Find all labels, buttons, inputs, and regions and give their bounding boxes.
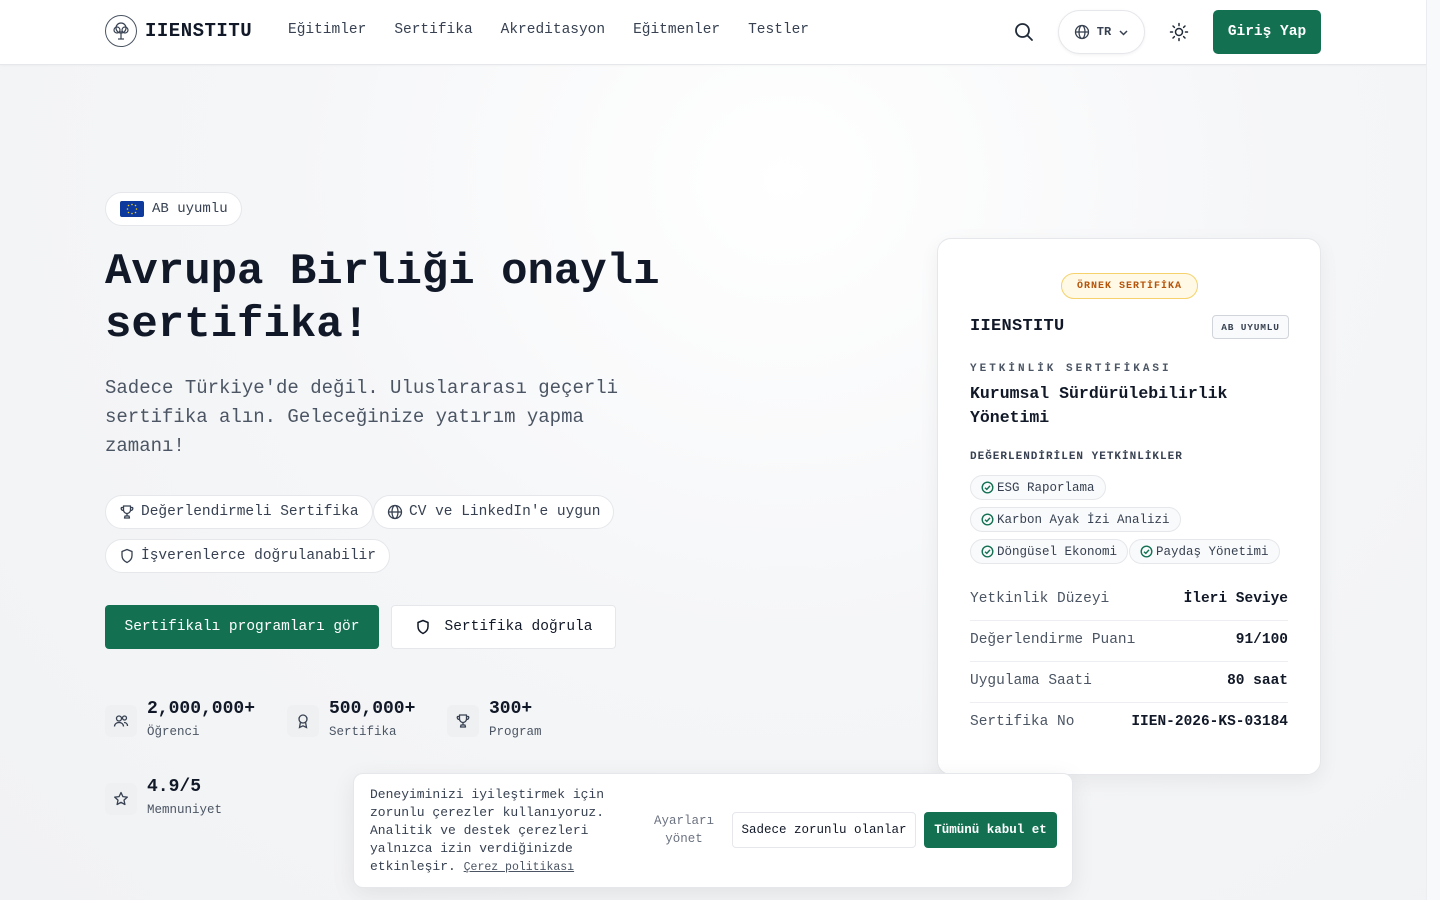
sample-certificate-badge: ÖRNEK SERTİFİKA: [1061, 273, 1198, 299]
cookie-consent-banner: Deneyiminizi iyileştirmek için zorunlu ç…: [353, 773, 1073, 888]
feature-label: İşverenlerce doğrulanabilir: [141, 548, 376, 564]
trophy-icon: [447, 705, 479, 737]
eu-flag-icon: [120, 201, 144, 217]
nav-egitimler[interactable]: Eğitimler: [288, 22, 366, 38]
stat-certificates: 500,000+ Sertifika: [287, 698, 415, 739]
hero-title: Avrupa Birliği onaylı sertifika!: [105, 247, 660, 350]
theme-toggle[interactable]: [1166, 18, 1192, 46]
cert-row-value: 80 saat: [1227, 672, 1288, 689]
competency-label: Paydaş Yönetimi: [1156, 544, 1269, 559]
cookie-message: Deneyiminizi iyileştirmek için zorunlu ç…: [370, 786, 620, 877]
tree-logo-icon: [105, 15, 137, 47]
competency-chip: Paydaş Yönetimi: [1129, 539, 1280, 564]
login-button[interactable]: Giriş Yap: [1213, 10, 1321, 54]
certificate-program-name: Kurumsal Sürdürülebilirlik Yönetimi: [970, 384, 1228, 427]
check-circle-icon: [1140, 545, 1153, 558]
competencies-heading: DEĞERLENDİRİLEN YETKİNLİKLER: [970, 451, 1183, 463]
check-circle-icon: [981, 513, 994, 526]
shield-icon: [119, 548, 135, 564]
stat-value: 4.9/5: [147, 777, 202, 797]
cert-row-score: Değerlendirme Puanı 91/100: [970, 619, 1288, 660]
competency-label: ESG Raporlama: [997, 480, 1095, 495]
cert-row-hours: Uygulama Saati 80 saat: [970, 660, 1288, 701]
stat-label: Sertifika: [329, 725, 397, 739]
certificate-type: YETKİNLİK SERTİFİKASI: [970, 363, 1172, 375]
check-circle-icon: [981, 481, 994, 494]
competency-label: Karbon Ayak İzi Analizi: [997, 512, 1170, 527]
logo-text: IIENSTITU: [145, 20, 253, 42]
necessary-only-button[interactable]: Sadece zorunlu olanlar: [732, 812, 916, 848]
eu-badge-label: AB uyumlu: [152, 201, 228, 217]
feature-cv-linkedin: CV ve LinkedIn'e uygun: [373, 495, 615, 529]
stat-label: Öğrenci: [147, 725, 200, 739]
globe-icon: [387, 504, 403, 520]
feature-employer-verifiable: İşverenlerce doğrulanabilir: [105, 539, 390, 573]
accept-all-button[interactable]: Tümünü kabul et: [924, 812, 1057, 848]
search-button[interactable]: [1010, 18, 1038, 46]
chevron-down-icon: [1118, 27, 1129, 38]
cert-row-level: Yetkinlik Düzeyi İleri Seviye: [970, 578, 1288, 619]
stat-value: 500,000+: [329, 699, 416, 719]
stat-value: 300+: [489, 699, 533, 719]
site-logo[interactable]: IIENSTITU: [105, 15, 252, 47]
users-icon: [105, 705, 137, 737]
scrollbar[interactable]: [1426, 0, 1440, 900]
globe-icon: [1074, 24, 1090, 40]
cert-row-label: Sertifika No: [970, 713, 1075, 730]
search-icon: [1014, 22, 1034, 42]
view-programs-button[interactable]: Sertifikalı programları gör: [105, 605, 379, 649]
language-selector[interactable]: TR: [1058, 10, 1145, 54]
feature-label: Değerlendirmeli Sertifika: [141, 504, 359, 520]
top-navbar: IIENSTITU Eğitimler Sertifika Akreditasy…: [0, 0, 1426, 65]
competency-chip: ESG Raporlama: [970, 475, 1106, 500]
verify-certificate-button[interactable]: Sertifika doğrula: [391, 605, 616, 649]
feature-label: CV ve LinkedIn'e uygun: [409, 504, 601, 520]
competency-chip: Karbon Ayak İzi Analizi: [970, 507, 1181, 532]
cert-row-value: İleri Seviye: [1183, 590, 1288, 607]
hero-subtitle: Sadece Türkiye'de değil. Uluslararası ge…: [105, 377, 619, 457]
stat-label: Program: [489, 725, 542, 739]
cert-row-value: IIEN-2026-KS-03184: [1131, 713, 1288, 730]
certificate-brand: IIENSTITU: [970, 317, 1065, 336]
cert-row-label: Yetkinlik Düzeyi: [970, 590, 1110, 607]
eu-compliant-badge: AB uyumlu: [105, 192, 242, 226]
cert-row-label: Uygulama Saati: [970, 672, 1092, 689]
stat-label: Memnuniyet: [147, 803, 223, 817]
certificate-eu-tag: AB UYUMLU: [1212, 315, 1289, 339]
stat-value: 2,000,000+: [147, 699, 256, 719]
cert-row-value: 91/100: [1235, 631, 1288, 648]
trophy-icon: [119, 504, 135, 520]
feature-assessed-certificate: Değerlendirmeli Sertifika: [105, 495, 373, 529]
check-circle-icon: [981, 545, 994, 558]
nav-akreditasyon[interactable]: Akreditasyon: [501, 22, 605, 38]
nav-sertifika[interactable]: Sertifika: [394, 22, 472, 38]
sample-certificate-card: ÖRNEK SERTİFİKA IIENSTITU AB UYUMLU YETK…: [937, 238, 1321, 775]
verify-button-label: Sertifika doğrula: [444, 619, 593, 635]
nav-testler[interactable]: Testler: [748, 22, 809, 38]
award-icon: [287, 705, 319, 737]
competency-chip: Döngüsel Ekonomi: [970, 539, 1129, 564]
shield-icon: [415, 619, 431, 635]
manage-settings-button[interactable]: Ayarları yönet: [644, 812, 724, 848]
nav-egitmenler[interactable]: Eğitmenler: [633, 22, 720, 38]
star-icon: [105, 783, 137, 815]
stat-satisfaction: 4.9/5 Memnuniyet: [105, 776, 222, 817]
sun-icon: [1169, 22, 1189, 42]
stat-students: 2,000,000+ Öğrenci: [105, 698, 255, 739]
main-nav: Eğitimler Sertifika Akreditasyon Eğitmen…: [288, 22, 809, 38]
cert-row-number: Sertifika No IIEN-2026-KS-03184: [970, 701, 1288, 742]
cert-row-label: Değerlendirme Puanı: [970, 631, 1136, 648]
cookie-policy-link[interactable]: Çerez politikası: [464, 861, 574, 874]
language-code: TR: [1096, 25, 1112, 39]
stat-programs: 300+ Program: [447, 698, 542, 739]
competency-label: Döngüsel Ekonomi: [997, 544, 1118, 559]
